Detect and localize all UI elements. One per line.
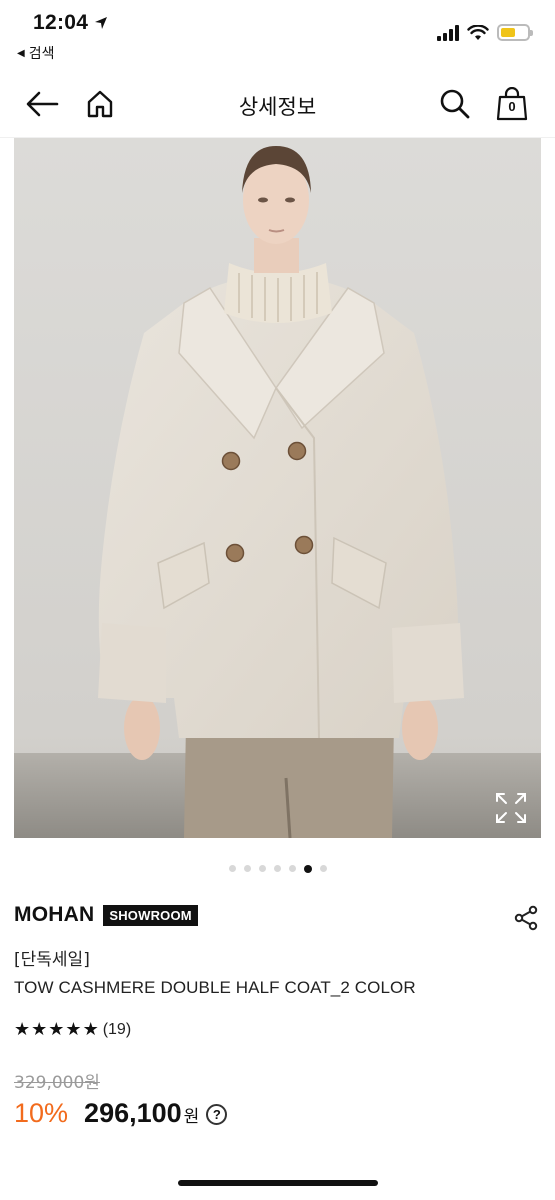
- pagination-dot[interactable]: [258, 865, 266, 872]
- share-icon: [514, 905, 538, 931]
- product-image[interactable]: [14, 138, 541, 838]
- star-icon: ★: [14, 1019, 31, 1040]
- search-icon: [440, 89, 470, 119]
- image-pagination[interactable]: [0, 864, 555, 873]
- status-time: 12:04: [33, 11, 108, 35]
- product-title: TOW CASHMERE DOUBLE HALF COAT_2 COLOR: [14, 978, 416, 997]
- wifi-icon: [467, 24, 489, 40]
- pagination-dot[interactable]: [303, 864, 312, 873]
- cart-count: 0: [508, 99, 516, 114]
- original-price: 329,000원: [14, 1073, 100, 1093]
- back-to-app[interactable]: ◀ 검색: [17, 43, 54, 63]
- expand-icon: [496, 793, 526, 823]
- status-bar: 12:04 ◀ 검색: [0, 0, 555, 70]
- battery-icon: [497, 24, 533, 41]
- price-help-icon[interactable]: ?: [206, 1104, 228, 1125]
- back-app-label: 검색: [28, 46, 55, 62]
- home-indicator: [178, 1180, 378, 1186]
- pagination-dot[interactable]: [288, 865, 296, 872]
- location-arrow-icon: [95, 17, 108, 29]
- pagination-dot[interactable]: [319, 865, 327, 872]
- product-tag: [단독세일]: [14, 950, 90, 970]
- price-row: 10% 296,100 원 ?: [14, 1098, 228, 1129]
- status-icons: [437, 24, 533, 41]
- zoom-button[interactable]: [493, 790, 529, 826]
- currency-label: 원: [183, 1107, 200, 1127]
- sale-price-amount: 296,100: [84, 1098, 182, 1128]
- back-triangle-icon: ◀: [17, 47, 25, 59]
- pagination-dot[interactable]: [243, 865, 251, 872]
- review-count: (19): [102, 1020, 132, 1038]
- clock: 12:04: [33, 11, 89, 34]
- sale-price: 296,100 원 ?: [84, 1098, 228, 1129]
- search-button[interactable]: [435, 84, 475, 124]
- discount-rate: 10%: [14, 1098, 69, 1128]
- cart-button[interactable]: 0: [492, 84, 532, 124]
- star-icon: ★: [82, 1019, 99, 1040]
- rating-row[interactable]: ★ ★ ★ ★ ★ (19): [14, 1019, 131, 1040]
- pagination-dot[interactable]: [228, 865, 236, 872]
- brand-row: MOHAN SHOWROOM: [14, 903, 198, 927]
- star-icon: ★: [31, 1019, 48, 1040]
- star-icon: ★: [65, 1019, 82, 1040]
- share-button[interactable]: [513, 905, 539, 931]
- coat-photo: [14, 138, 541, 838]
- showroom-badge[interactable]: SHOWROOM: [103, 904, 198, 926]
- cellular-signal-icon: [437, 24, 459, 41]
- nav-bar: 상세정보 0: [0, 72, 555, 138]
- star-rating: ★ ★ ★ ★ ★: [14, 1019, 99, 1040]
- pagination-dot[interactable]: [273, 865, 281, 872]
- star-icon: ★: [48, 1019, 65, 1040]
- brand-name[interactable]: MOHAN: [14, 903, 94, 927]
